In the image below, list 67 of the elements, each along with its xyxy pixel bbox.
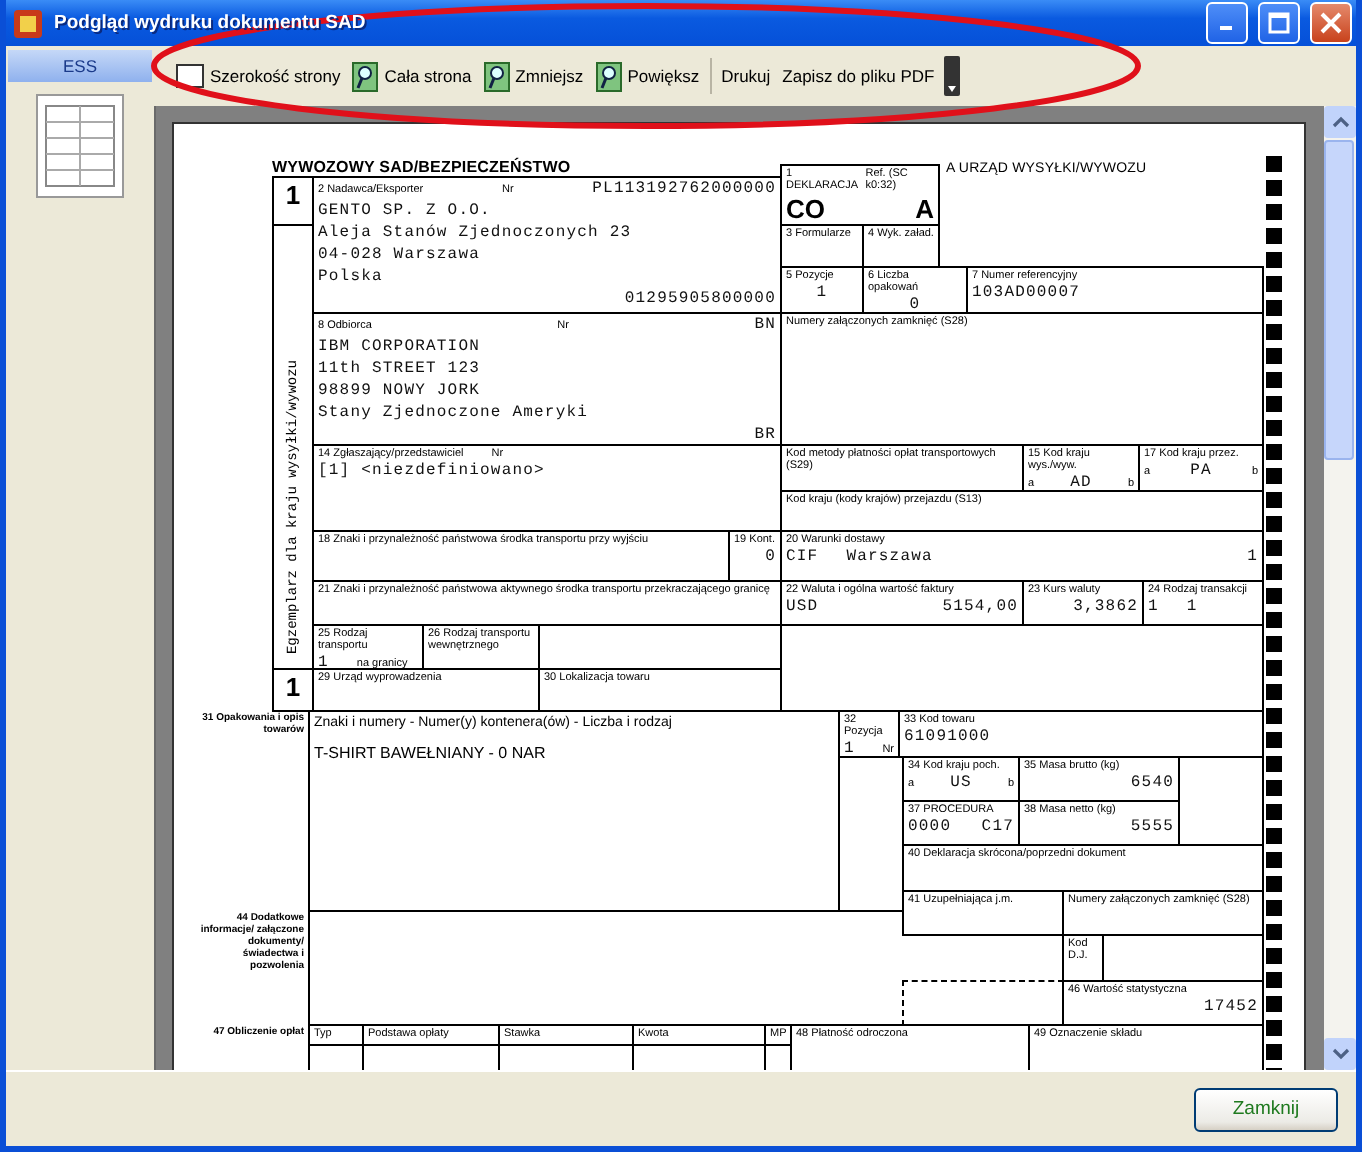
toolbar-button[interactable]: Powiększ: [593, 61, 702, 91]
field-value: 1: [1247, 548, 1258, 568]
field-value: 103AD00007: [972, 284, 1083, 304]
scrollbar-thumb[interactable]: [1324, 140, 1354, 460]
field-value: 0000: [908, 818, 952, 838]
field-value: Warszawa: [846, 548, 933, 568]
magnifier-icon: [595, 61, 622, 91]
close-dialog-button[interactable]: Zamknij: [1194, 1087, 1338, 1131]
box-number: 1: [285, 672, 301, 704]
field-value: 11th STREET 123: [318, 360, 483, 380]
field-value: GENTO SP. Z O.O.: [318, 202, 493, 222]
maximize-button[interactable]: [1258, 2, 1300, 44]
field-value: [1] <niezdefiniowano>: [318, 462, 547, 482]
field-value: 1: [816, 284, 828, 304]
page-width-icon: [176, 64, 204, 88]
box-number: A: [915, 194, 934, 224]
field-value: 1: [1148, 598, 1159, 618]
field-value: PL113192762000000: [592, 180, 776, 200]
chevron-up-icon: [1331, 116, 1349, 128]
scroll-up-button[interactable]: [1324, 106, 1356, 138]
field-value: US: [950, 774, 972, 794]
app-icon: [12, 7, 44, 39]
field-value: 17452: [1203, 998, 1258, 1018]
close-icon: [1320, 12, 1342, 34]
toolbar-button[interactable]: Zmniejsz: [481, 61, 586, 91]
field-value: 01295905800000: [624, 290, 776, 310]
toolbar-button[interactable]: Cała strona: [350, 61, 474, 91]
sidebar-tab[interactable]: ESS: [8, 50, 152, 82]
field-value: USD: [786, 598, 819, 618]
goods-description: T-SHIRT BAWEŁNIANY - 0 NAR: [314, 742, 548, 766]
field-value: BN: [754, 316, 776, 336]
box-number: 1: [285, 180, 301, 212]
toolbar-overflow-icon[interactable]: [944, 56, 961, 96]
scroll-down-button[interactable]: [1324, 1038, 1356, 1070]
magnifier-icon: [352, 61, 379, 91]
field-value: Aleja Stanów Zjednoczonych 23: [318, 224, 634, 244]
field-value: 1: [844, 740, 855, 756]
field-value: 5555: [1130, 818, 1174, 838]
field-value: 1: [318, 654, 329, 668]
box-number: CO: [786, 194, 825, 224]
field-value: 6540: [1130, 774, 1174, 794]
field-value: AD: [1070, 474, 1092, 490]
field-value: BR: [754, 426, 776, 444]
magnifier-icon: [483, 61, 510, 91]
field-value: CIF: [786, 548, 819, 568]
field-value: 04-028 Warszawa: [318, 246, 483, 266]
close-button[interactable]: [1310, 2, 1352, 44]
field-value: Stany Zjednoczone Ameryki: [318, 404, 591, 424]
field-value: C17: [981, 818, 1014, 838]
field-value: 3,3862: [1073, 598, 1138, 618]
field-value: 98899 NOWY JORK: [318, 382, 483, 402]
toolbar-button[interactable]: Zapisz do pliku PDF: [780, 66, 937, 86]
field-value: PA: [1190, 462, 1212, 482]
form-title: WYWOZOWY SAD/BEZPIECZEŃSTWO: [272, 158, 573, 176]
minimize-button[interactable]: [1206, 2, 1248, 44]
field-value: 0: [909, 296, 921, 312]
toolbar-button[interactable]: Szerokość strony: [174, 64, 343, 88]
page-thumbnail[interactable]: [36, 94, 124, 198]
chevron-down-icon: [1331, 1048, 1349, 1060]
toolbar-button[interactable]: Drukuj: [719, 66, 773, 86]
field-value: 0: [765, 548, 776, 568]
field-value: Polska: [318, 268, 385, 288]
field-value: 61091000: [904, 728, 993, 748]
field-value: IBM CORPORATION: [318, 338, 483, 358]
field-value: 1: [1186, 598, 1198, 618]
maximize-icon: [1268, 12, 1290, 34]
field-value: 5154,00: [942, 598, 1018, 618]
